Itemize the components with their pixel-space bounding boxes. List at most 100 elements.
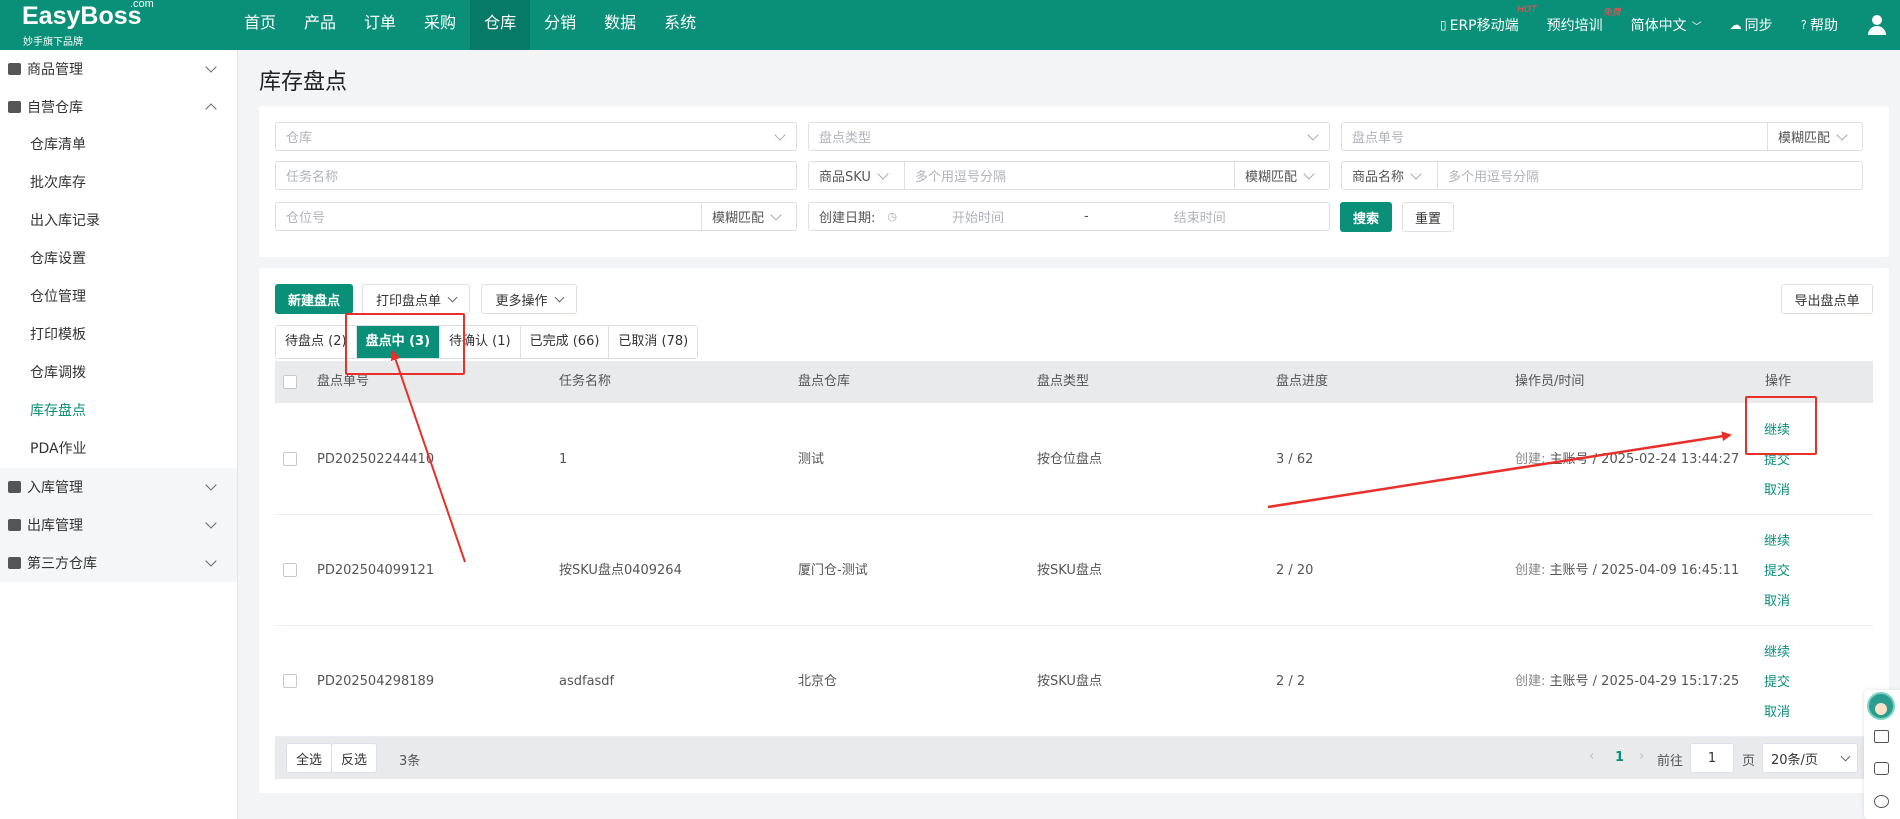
help-label: 帮助 bbox=[1810, 18, 1838, 34]
task-name-placeholder: 任务名称 bbox=[286, 170, 339, 185]
status-tabs: 待盘点 (2) 盘点中 (3) 待确认 (1) 已完成 (66) 已取消 (78… bbox=[275, 325, 699, 359]
continue-link[interactable]: 继续 bbox=[1764, 416, 1790, 446]
sync-button[interactable]: ☁ 同步 bbox=[1730, 15, 1773, 35]
nav-warehouse[interactable]: 仓库 bbox=[470, 0, 531, 50]
tab-in-progress[interactable]: 盘点中 (3) bbox=[356, 326, 441, 358]
clock-icon: ◷ bbox=[887, 210, 897, 223]
floating-toolbar bbox=[1864, 690, 1900, 819]
sidebar-item-stocktake[interactable]: 库存盘点 bbox=[0, 392, 237, 430]
sidebar-group-own-warehouse[interactable]: 自营仓库 bbox=[0, 88, 237, 126]
cell-progress: 2 / 2 bbox=[1276, 674, 1306, 689]
continue-link[interactable]: 继续 bbox=[1764, 638, 1790, 668]
sidebar-group-outbound[interactable]: 出库管理 bbox=[0, 506, 237, 544]
phone-icon: ▯ bbox=[1440, 18, 1447, 32]
sku-match-select[interactable]: 模糊匹配 bbox=[1234, 162, 1329, 189]
nav-purchase[interactable]: 采购 bbox=[410, 0, 470, 50]
row-checkbox[interactable] bbox=[283, 674, 297, 688]
tab-pending[interactable]: 待盘点 (2) bbox=[276, 326, 357, 358]
prev-page-icon[interactable]: ‹ bbox=[1589, 749, 1594, 764]
select-all-checkbox[interactable] bbox=[283, 375, 297, 389]
main-nav: 首页 产品 订单 采购 仓库 分销 数据 系统 bbox=[230, 0, 710, 50]
cell-check-type: 按仓位盘点 bbox=[1037, 452, 1103, 467]
continue-link[interactable]: 继续 bbox=[1764, 527, 1790, 557]
sidebar-item-pda[interactable]: PDA作业 bbox=[0, 430, 237, 468]
sidebar-item-print-template[interactable]: 打印模板 bbox=[0, 316, 237, 354]
search-button[interactable]: 搜索 bbox=[1340, 202, 1392, 232]
edit-icon[interactable] bbox=[1874, 730, 1889, 743]
reset-button[interactable]: 重置 bbox=[1402, 202, 1454, 232]
row-checkbox[interactable] bbox=[283, 452, 297, 466]
support-avatar[interactable] bbox=[1867, 692, 1895, 720]
nav-data[interactable]: 数据 bbox=[590, 0, 650, 50]
submit-link[interactable]: 提交 bbox=[1764, 557, 1790, 587]
chevron-down-icon: ﹀ bbox=[1691, 21, 1702, 33]
nav-products[interactable]: 产品 bbox=[290, 0, 350, 50]
cell-task-name: 按SKU盘点0409264 bbox=[559, 563, 682, 578]
sidebar-group-goods[interactable]: 商品管理 bbox=[0, 50, 237, 88]
table-row: PD202504099121 按SKU盘点0409264 厦门仓-测试 按SKU… bbox=[275, 515, 1873, 626]
chevron-down-icon bbox=[1840, 751, 1851, 761]
nav-home[interactable]: 首页 bbox=[230, 0, 290, 50]
goto-label: 前往 bbox=[1657, 754, 1684, 769]
col-progress: 盘点进度 bbox=[1276, 374, 1329, 389]
tab-cancelled[interactable]: 已取消 (78) bbox=[609, 326, 698, 358]
chat-icon[interactable] bbox=[1874, 762, 1889, 775]
language-select[interactable]: 简体中文 ﹀ bbox=[1631, 15, 1702, 35]
erp-mobile-link[interactable]: ▯ ERP移动端 HOT bbox=[1440, 5, 1537, 35]
goods-name-search-input[interactable]: 商品名称 多个用逗号分隔 bbox=[1341, 161, 1863, 190]
help-button[interactable]: ? 帮助 bbox=[1801, 15, 1838, 35]
sidebar-group-third-party[interactable]: 第三方仓库 bbox=[0, 544, 237, 582]
page-title: 库存盘点 bbox=[259, 70, 348, 95]
check-no-match-select[interactable]: 模糊匹配 bbox=[1767, 123, 1862, 150]
cancel-link[interactable]: 取消 bbox=[1764, 587, 1790, 617]
goods-icon bbox=[8, 63, 21, 75]
logo[interactable]: EasyBoss .com 妙手旗下品牌 bbox=[20, 0, 160, 50]
sidebar-item-stock-records[interactable]: 出入库记录 bbox=[0, 202, 237, 240]
cancel-link[interactable]: 取消 bbox=[1764, 476, 1790, 506]
col-warehouse: 盘点仓库 bbox=[798, 374, 851, 389]
sidebar-item-batch-stock[interactable]: 批次库存 bbox=[0, 164, 237, 202]
goto-page-input[interactable]: 1 bbox=[1690, 743, 1734, 773]
chevron-down-icon bbox=[1303, 167, 1315, 180]
sidebar-item-warehouse-list[interactable]: 仓库清单 bbox=[0, 126, 237, 164]
create-date-range[interactable]: 创建日期: ◷ 开始时间 - 结束时间 bbox=[808, 202, 1330, 231]
goods-name-field-label: 商品名称 bbox=[1352, 170, 1405, 185]
col-operator-time: 操作员/时间 bbox=[1515, 374, 1585, 389]
export-stocktake-button[interactable]: 导出盘点单 bbox=[1781, 284, 1873, 314]
nav-system[interactable]: 系统 bbox=[650, 0, 710, 50]
current-page[interactable]: 1 bbox=[1615, 750, 1624, 765]
new-stocktake-button[interactable]: 新建盘点 bbox=[275, 284, 353, 314]
next-page-icon[interactable]: › bbox=[1639, 749, 1644, 764]
nav-distribution[interactable]: 分销 bbox=[530, 0, 590, 50]
invert-selection-button[interactable]: 反选 bbox=[331, 743, 377, 773]
tab-completed[interactable]: 已完成 (66) bbox=[520, 326, 610, 358]
check-no-input[interactable]: 盘点单号 模糊匹配 bbox=[1341, 122, 1863, 151]
warehouse-select[interactable]: 仓库 bbox=[275, 122, 797, 151]
nav-orders[interactable]: 订单 bbox=[350, 0, 410, 50]
sidebar-item-transfer[interactable]: 仓库调拨 bbox=[0, 354, 237, 392]
sidebar-item-warehouse-settings[interactable]: 仓库设置 bbox=[0, 240, 237, 278]
more-actions-button[interactable]: 更多操作 bbox=[481, 284, 577, 314]
bin-no-input[interactable]: 仓位号 模糊匹配 bbox=[275, 202, 797, 231]
user-icon[interactable] bbox=[1866, 14, 1888, 36]
check-type-select[interactable]: 盘点类型 bbox=[808, 122, 1330, 151]
bin-no-match-select[interactable]: 模糊匹配 bbox=[701, 203, 796, 230]
sidebar-group-inbound[interactable]: 入库管理 bbox=[0, 468, 237, 506]
row-checkbox[interactable] bbox=[283, 563, 297, 577]
sku-search-input[interactable]: 商品SKU 多个用逗号分隔 模糊匹配 bbox=[808, 161, 1330, 190]
task-name-input[interactable]: 任务名称 bbox=[275, 161, 797, 190]
tab-to-confirm[interactable]: 待确认 (1) bbox=[440, 326, 521, 358]
sku-field-select[interactable]: 商品SKU bbox=[809, 162, 905, 189]
cancel-link[interactable]: 取消 bbox=[1764, 698, 1790, 728]
print-stocktake-button[interactable]: 打印盘点单 bbox=[362, 284, 470, 314]
select-all-button[interactable]: 全选 bbox=[286, 743, 332, 773]
submit-link[interactable]: 提交 bbox=[1764, 446, 1790, 476]
created-label: 创建: bbox=[1515, 452, 1546, 467]
sidebar-item-bin-management[interactable]: 仓位管理 bbox=[0, 278, 237, 316]
refresh-icon[interactable] bbox=[1874, 795, 1889, 808]
training-link[interactable]: 预约培训 免费 bbox=[1547, 8, 1621, 35]
goods-name-field-select[interactable]: 商品名称 bbox=[1342, 162, 1438, 189]
outbound-icon bbox=[8, 519, 21, 531]
submit-link[interactable]: 提交 bbox=[1764, 668, 1790, 698]
page-size-select[interactable]: 20条/页 bbox=[1762, 743, 1858, 773]
